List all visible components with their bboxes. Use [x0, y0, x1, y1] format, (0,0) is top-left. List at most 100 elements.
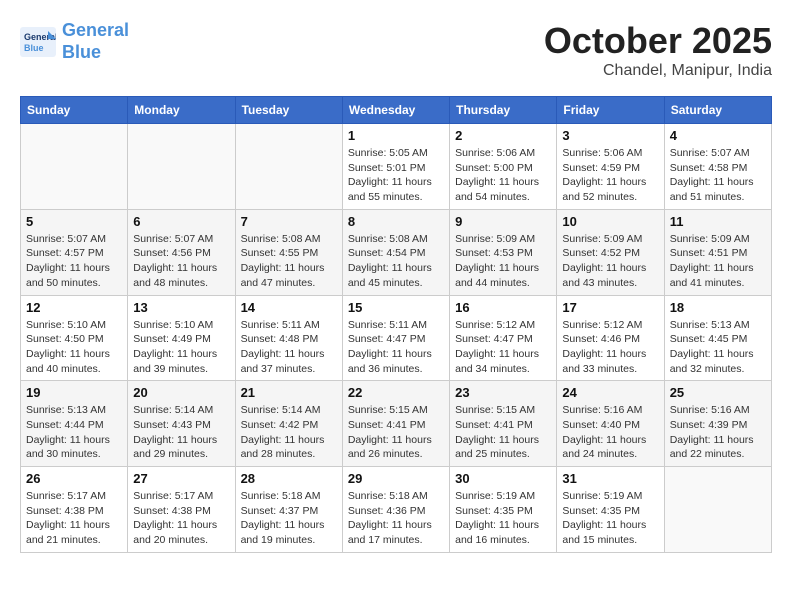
day-info: Sunrise: 5:09 AM Sunset: 4:53 PM Dayligh…: [455, 232, 551, 291]
weekday-header-sunday: Sunday: [21, 97, 128, 124]
weekday-header-wednesday: Wednesday: [342, 97, 449, 124]
day-number: 5: [26, 214, 122, 229]
calendar-cell: 3 Sunrise: 5:06 AM Sunset: 4:59 PM Daylig…: [557, 124, 664, 210]
calendar-cell: [128, 124, 235, 210]
calendar-cell: [664, 467, 771, 553]
day-info: Sunrise: 5:15 AM Sunset: 4:41 PM Dayligh…: [455, 403, 551, 462]
day-info: Sunrise: 5:07 AM Sunset: 4:57 PM Dayligh…: [26, 232, 122, 291]
day-number: 7: [241, 214, 337, 229]
calendar-cell: 28 Sunrise: 5:18 AM Sunset: 4:37 PM Dayli…: [235, 467, 342, 553]
calendar-week-3: 12 Sunrise: 5:10 AM Sunset: 4:50 PM Dayli…: [21, 295, 772, 381]
weekday-header-tuesday: Tuesday: [235, 97, 342, 124]
weekday-header-saturday: Saturday: [664, 97, 771, 124]
calendar-cell: 8 Sunrise: 5:08 AM Sunset: 4:54 PM Daylig…: [342, 209, 449, 295]
logo: General Blue GeneralBlue: [20, 20, 129, 63]
day-info: Sunrise: 5:11 AM Sunset: 4:47 PM Dayligh…: [348, 318, 444, 377]
calendar-week-4: 19 Sunrise: 5:13 AM Sunset: 4:44 PM Dayli…: [21, 381, 772, 467]
day-info: Sunrise: 5:13 AM Sunset: 4:45 PM Dayligh…: [670, 318, 766, 377]
weekday-header-thursday: Thursday: [450, 97, 557, 124]
day-number: 29: [348, 471, 444, 486]
svg-text:Blue: Blue: [24, 43, 44, 53]
day-number: 23: [455, 385, 551, 400]
day-info: Sunrise: 5:07 AM Sunset: 4:58 PM Dayligh…: [670, 146, 766, 205]
location-subtitle: Chandel, Manipur, India: [544, 62, 772, 80]
calendar-cell: 2Sunrise: 5:06 AM Sunset: 5:00 PM Daylig…: [450, 124, 557, 210]
title-block: October 2025 Chandel, Manipur, India: [544, 20, 772, 80]
day-info: Sunrise: 5:10 AM Sunset: 4:49 PM Dayligh…: [133, 318, 229, 377]
calendar-cell: 12 Sunrise: 5:10 AM Sunset: 4:50 PM Dayli…: [21, 295, 128, 381]
day-number: 12: [26, 300, 122, 315]
day-number: 28: [241, 471, 337, 486]
day-number: 14: [241, 300, 337, 315]
month-title: October 2025: [544, 20, 772, 62]
day-number: 31: [562, 471, 658, 486]
day-number: 11: [670, 214, 766, 229]
calendar-table: SundayMondayTuesdayWednesdayThursdayFrid…: [20, 96, 772, 553]
calendar-cell: 22Sunrise: 5:15 AM Sunset: 4:41 PM Dayli…: [342, 381, 449, 467]
day-info: Sunrise: 5:14 AM Sunset: 4:43 PM Dayligh…: [133, 403, 229, 462]
day-number: 15: [348, 300, 444, 315]
page-header: General Blue GeneralBlue October 2025 Ch…: [20, 20, 772, 80]
day-number: 8: [348, 214, 444, 229]
day-info: Sunrise: 5:19 AM Sunset: 4:35 PM Dayligh…: [455, 489, 551, 548]
day-info: Sunrise: 5:16 AM Sunset: 4:40 PM Dayligh…: [562, 403, 658, 462]
calendar-cell: 14 Sunrise: 5:11 AM Sunset: 4:48 PM Dayli…: [235, 295, 342, 381]
day-info: Sunrise: 5:13 AM Sunset: 4:44 PM Dayligh…: [26, 403, 122, 462]
calendar-cell: 24 Sunrise: 5:16 AM Sunset: 4:40 PM Dayli…: [557, 381, 664, 467]
day-info: Sunrise: 5:17 AM Sunset: 4:38 PM Dayligh…: [133, 489, 229, 548]
calendar-cell: 21Sunrise: 5:14 AM Sunset: 4:42 PM Dayli…: [235, 381, 342, 467]
calendar-cell: 25Sunrise: 5:16 AM Sunset: 4:39 PM Dayli…: [664, 381, 771, 467]
logo-icon: General Blue: [20, 27, 56, 57]
day-info: Sunrise: 5:18 AM Sunset: 4:37 PM Dayligh…: [241, 489, 337, 548]
day-number: 4: [670, 128, 766, 143]
day-info: Sunrise: 5:14 AM Sunset: 4:42 PM Dayligh…: [241, 403, 337, 462]
day-number: 22: [348, 385, 444, 400]
weekday-header-row: SundayMondayTuesdayWednesdayThursdayFrid…: [21, 97, 772, 124]
weekday-header-friday: Friday: [557, 97, 664, 124]
calendar-cell: 29Sunrise: 5:18 AM Sunset: 4:36 PM Dayli…: [342, 467, 449, 553]
day-number: 27: [133, 471, 229, 486]
day-number: 16: [455, 300, 551, 315]
day-info: Sunrise: 5:12 AM Sunset: 4:47 PM Dayligh…: [455, 318, 551, 377]
day-info: Sunrise: 5:09 AM Sunset: 4:52 PM Dayligh…: [562, 232, 658, 291]
day-number: 19: [26, 385, 122, 400]
day-info: Sunrise: 5:08 AM Sunset: 4:54 PM Dayligh…: [348, 232, 444, 291]
calendar-cell: 7 Sunrise: 5:08 AM Sunset: 4:55 PM Daylig…: [235, 209, 342, 295]
calendar-cell: 27 Sunrise: 5:17 AM Sunset: 4:38 PM Dayli…: [128, 467, 235, 553]
calendar-cell: 13 Sunrise: 5:10 AM Sunset: 4:49 PM Dayli…: [128, 295, 235, 381]
day-number: 17: [562, 300, 658, 315]
calendar-week-2: 5 Sunrise: 5:07 AM Sunset: 4:57 PM Daylig…: [21, 209, 772, 295]
logo-text: GeneralBlue: [62, 20, 129, 63]
calendar-cell: [235, 124, 342, 210]
weekday-header-monday: Monday: [128, 97, 235, 124]
day-info: Sunrise: 5:09 AM Sunset: 4:51 PM Dayligh…: [670, 232, 766, 291]
day-info: Sunrise: 5:17 AM Sunset: 4:38 PM Dayligh…: [26, 489, 122, 548]
calendar-cell: 16 Sunrise: 5:12 AM Sunset: 4:47 PM Dayli…: [450, 295, 557, 381]
calendar-cell: 20Sunrise: 5:14 AM Sunset: 4:43 PM Dayli…: [128, 381, 235, 467]
day-info: Sunrise: 5:10 AM Sunset: 4:50 PM Dayligh…: [26, 318, 122, 377]
calendar-week-1: 1Sunrise: 5:05 AM Sunset: 5:01 PM Daylig…: [21, 124, 772, 210]
calendar-cell: 4 Sunrise: 5:07 AM Sunset: 4:58 PM Daylig…: [664, 124, 771, 210]
calendar-cell: 5 Sunrise: 5:07 AM Sunset: 4:57 PM Daylig…: [21, 209, 128, 295]
day-info: Sunrise: 5:06 AM Sunset: 5:00 PM Dayligh…: [455, 146, 551, 205]
calendar-cell: 17 Sunrise: 5:12 AM Sunset: 4:46 PM Dayli…: [557, 295, 664, 381]
day-number: 30: [455, 471, 551, 486]
calendar-cell: 1Sunrise: 5:05 AM Sunset: 5:01 PM Daylig…: [342, 124, 449, 210]
day-info: Sunrise: 5:12 AM Sunset: 4:46 PM Dayligh…: [562, 318, 658, 377]
calendar-cell: 6Sunrise: 5:07 AM Sunset: 4:56 PM Daylig…: [128, 209, 235, 295]
day-info: Sunrise: 5:08 AM Sunset: 4:55 PM Dayligh…: [241, 232, 337, 291]
day-number: 24: [562, 385, 658, 400]
calendar-cell: 18Sunrise: 5:13 AM Sunset: 4:45 PM Dayli…: [664, 295, 771, 381]
day-info: Sunrise: 5:06 AM Sunset: 4:59 PM Dayligh…: [562, 146, 658, 205]
day-info: Sunrise: 5:11 AM Sunset: 4:48 PM Dayligh…: [241, 318, 337, 377]
calendar-cell: 19 Sunrise: 5:13 AM Sunset: 4:44 PM Dayli…: [21, 381, 128, 467]
calendar-cell: 15 Sunrise: 5:11 AM Sunset: 4:47 PM Dayli…: [342, 295, 449, 381]
day-info: Sunrise: 5:05 AM Sunset: 5:01 PM Dayligh…: [348, 146, 444, 205]
calendar-cell: 23 Sunrise: 5:15 AM Sunset: 4:41 PM Dayli…: [450, 381, 557, 467]
day-number: 10: [562, 214, 658, 229]
calendar-cell: 11 Sunrise: 5:09 AM Sunset: 4:51 PM Dayli…: [664, 209, 771, 295]
day-number: 26: [26, 471, 122, 486]
calendar-week-5: 26 Sunrise: 5:17 AM Sunset: 4:38 PM Dayli…: [21, 467, 772, 553]
day-number: 3: [562, 128, 658, 143]
day-number: 13: [133, 300, 229, 315]
